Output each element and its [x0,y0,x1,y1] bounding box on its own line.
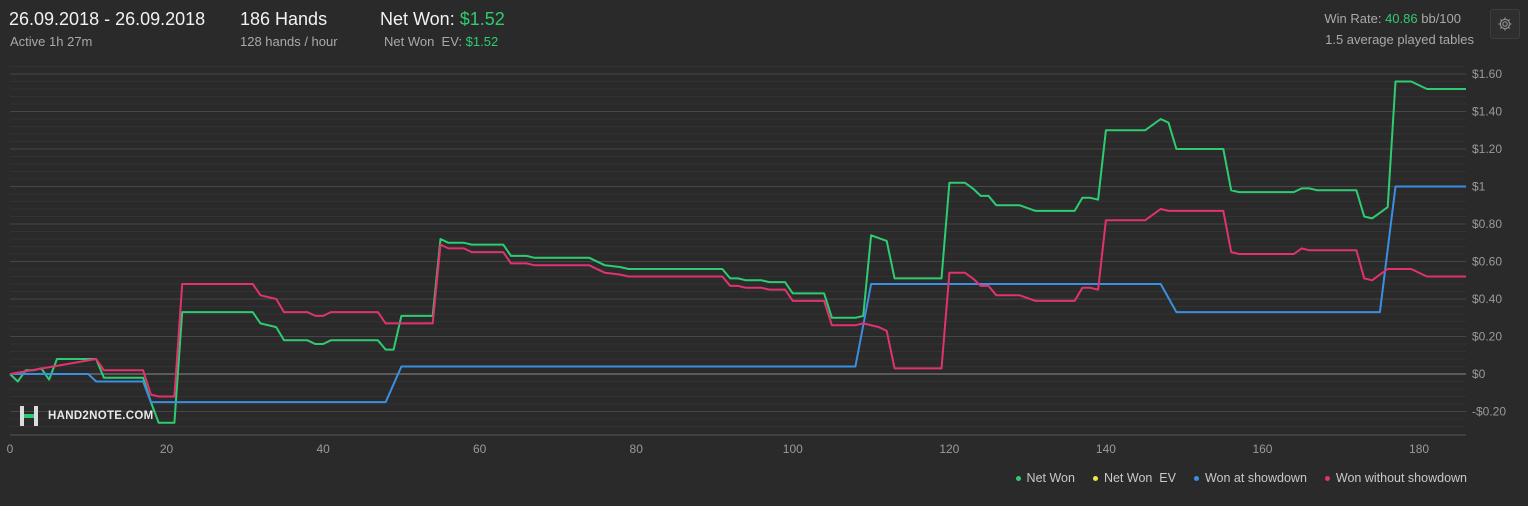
gear-icon [1498,17,1512,31]
active-time: Active 1h 27m [10,34,93,49]
y-tick-label: $1.60 [1472,67,1502,81]
x-tick-label: 100 [783,442,803,456]
x-tick-label: 40 [316,442,330,456]
x-tick-label: 20 [160,442,174,456]
legend-label: Net Won [1026,471,1075,485]
x-tick-label: 160 [1252,442,1272,456]
y-tick-label: $0 [1472,367,1486,381]
y-tick-label: $0.80 [1472,217,1502,231]
series-line-net-won [9,80,1466,424]
win-rate-unit: bb/100 [1417,11,1461,26]
y-tick-label: $1 [1472,180,1486,194]
net-won-value: $1.52 [459,9,505,29]
average-tables: 1.5 average played tables [1325,32,1474,47]
date-range: 26.09.2018 - 26.09.2018 [9,9,206,29]
net-won-stat: Net Won: $1.52 [380,9,505,30]
x-tick-label: 180 [1409,442,1429,456]
x-tick-label: 0 [7,442,14,456]
x-tick-label: 140 [1096,442,1116,456]
y-tick-label: -$0.20 [1472,405,1506,419]
x-tick-label: 60 [473,442,487,456]
y-tick-label: $0.20 [1472,330,1502,344]
net-won-ev-stat: Net Won EV: $1.52 [384,34,498,49]
y-tick-label: $1.20 [1472,142,1502,156]
legend-item-won-without-showdown[interactable]: Won without showdown [1324,471,1467,485]
series-line-won-without-showdown [9,208,1466,398]
win-rate-value: 40.86 [1385,11,1418,26]
net-won-ev-value: $1.52 [465,34,499,49]
legend-dot [1092,475,1098,481]
minor-gridlines [10,66,1466,427]
net-won-ev-label: Net Won EV: [384,34,466,49]
major-gridlines [10,73,1466,412]
stats-header: 26.09.2018 - 26.09.2018 Active 1h 27m 18… [0,0,1528,60]
legend-item-net-won-ev[interactable]: Net Won EV [1092,471,1176,485]
legend-dot [1193,475,1199,481]
series-lines [9,80,1466,424]
series-line-won-at-showdown [10,185,1466,404]
legend-dot [1015,475,1021,481]
x-tick-label: 120 [939,442,959,456]
y-axis-ticks: -$0.20 $0 $0.20 $0.40 $0.60 $0.80 $1 $1.20 $1.40… [1472,67,1506,419]
y-tick-label: $1.40 [1472,105,1502,119]
legend-item-net-won[interactable]: Net Won [1015,471,1075,485]
legend-item-won-at-showdown[interactable]: Won at showdown [1193,471,1307,485]
legend-label: Net Won EV [1103,471,1176,485]
legend-dot [1324,475,1330,481]
x-tick-label: 80 [630,442,644,456]
settings-button[interactable] [1490,9,1520,39]
hand2note-logo: HAND2NOTE.COM [18,405,154,427]
net-won-chart: -$0.20 $0 $0.20 $0.40 $0.60 $0.80 $1 $1.20 $1.40… [7,66,1506,456]
chart-legend: Net Won Net Won EV Won at showdown Won w… [1015,471,1467,485]
logo-text: HAND2NOTE.COM [48,410,154,422]
y-tick-label: $0.40 [1472,292,1502,306]
win-rate: Win Rate: 40.86 bb/100 [1324,11,1461,26]
net-won-label: Net Won: [380,9,460,29]
win-rate-label: Win Rate: [1324,11,1386,26]
legend-label: Won at showdown [1204,471,1307,485]
y-tick-label: $0.60 [1472,255,1502,269]
hands-per-hour: 128 hands / hour [240,34,338,49]
legend-label: Won without showdown [1335,471,1467,485]
x-axis-ticks: 0 20 40 60 80 100 120 140 160 180 [7,434,1466,456]
h2n-logo-icon [20,406,38,426]
hands-count: 186 Hands [240,9,328,29]
